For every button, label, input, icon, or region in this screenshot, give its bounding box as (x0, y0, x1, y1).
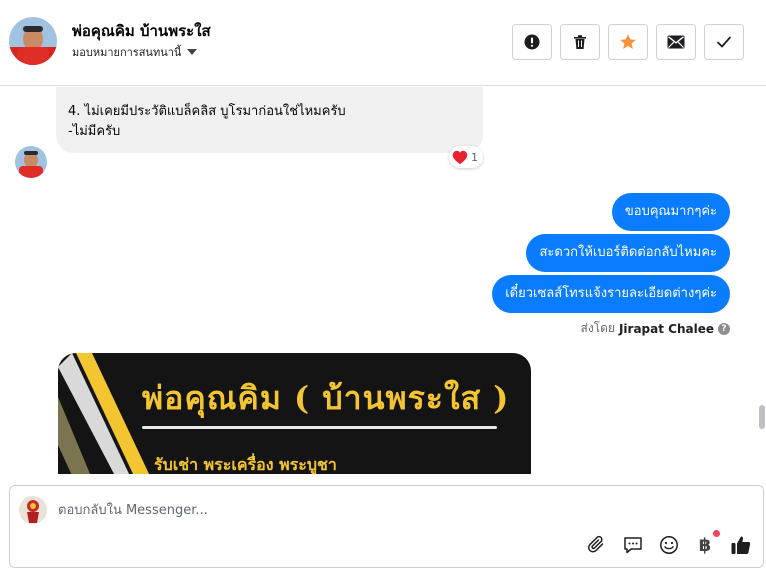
emoji-button[interactable] (657, 532, 681, 558)
image-subtitle: รับเช่า พระเครื่อง พระบูชา (154, 455, 337, 474)
page-avatar (19, 496, 47, 524)
delete-button[interactable] (560, 24, 600, 60)
reaction-count: 1 (471, 150, 478, 164)
saved-replies-button[interactable] (621, 532, 645, 558)
assign-label: มอบหมายการสนทนานี้ (72, 46, 182, 59)
star-icon (620, 34, 636, 49)
chat-bubble-icon (624, 537, 642, 554)
scrollbar[interactable] (757, 87, 766, 474)
thumbs-up-icon (731, 536, 751, 554)
sent-message-bubble: เดี๋ยวเซลส์โทรแจ้งรายละเอียดต่างๆค่ะ (492, 275, 730, 313)
message-reaction[interactable]: 1 (449, 146, 483, 168)
received-message-bubble: 4. ไม่เคยมีประวัติแบล็คลิส บูโรมาก่อนใช่… (56, 87, 483, 153)
mark-done-button[interactable] (704, 24, 744, 60)
sent-by-prefix: ส่งโดย (580, 321, 615, 335)
composer-tools: ฿ (585, 530, 753, 558)
contact-name[interactable]: พ่อคุณคิม บ้านพระใส (72, 19, 211, 43)
contact-avatar[interactable] (9, 17, 57, 65)
sent-message-bubble: ขอบคุณมากๆค่ะ (611, 193, 730, 231)
image-attachment[interactable]: พ่อคุณคิม ( บ้านพระใส ) รับเช่า พระเครื่… (58, 353, 531, 474)
notification-dot (713, 530, 720, 537)
help-icon[interactable]: ? (718, 322, 730, 335)
star-button[interactable] (608, 24, 648, 60)
image-title: พ่อคุณคิม ( บ้านพระใส ) (142, 379, 510, 417)
scroll-thumb[interactable] (759, 405, 765, 429)
mark-unread-button[interactable] (656, 24, 696, 60)
image-divider (142, 426, 497, 429)
heart-icon (452, 150, 468, 164)
assign-conversation-dropdown[interactable]: มอบหมายการสนทนานี้ (72, 43, 198, 61)
baht-icon: ฿ (698, 534, 712, 556)
sent-by-info: ส่งโดย Jirapat Chalee ? (580, 319, 730, 338)
payment-button[interactable]: ฿ (693, 530, 720, 558)
reply-composer: ฿ (9, 485, 764, 568)
checkmark-icon (717, 36, 731, 48)
message-thread[interactable]: 4. ไม่เคยมีประวัติแบล็คลิส บูโรมาก่อนใช่… (0, 87, 766, 474)
sent-message-bubble: สะดวกให้เบอร์ติดต่อกลับไหมคะ (526, 234, 730, 272)
paperclip-icon (587, 535, 604, 553)
like-button[interactable] (729, 532, 753, 558)
attach-button[interactable] (585, 532, 609, 558)
smiley-icon (660, 536, 678, 554)
header-actions (512, 24, 744, 60)
received-message-line: -ไม่มีครับ (68, 124, 121, 139)
envelope-icon (667, 35, 685, 49)
caret-down-icon (187, 49, 198, 55)
received-message-line: 4. ไม่เคยมีประวัติแบล็คลิส บูโรมาก่อนใช่… (68, 104, 346, 119)
reply-input[interactable] (58, 498, 578, 522)
sent-by-name: Jirapat Chalee (618, 321, 714, 336)
trash-icon (574, 35, 586, 49)
sender-avatar[interactable] (15, 146, 47, 178)
conversation-header: พ่อคุณคิม บ้านพระใส มอบหมายการสนทนานี้ (0, 0, 766, 86)
exclamation-icon (524, 34, 540, 50)
report-button[interactable] (512, 24, 552, 60)
